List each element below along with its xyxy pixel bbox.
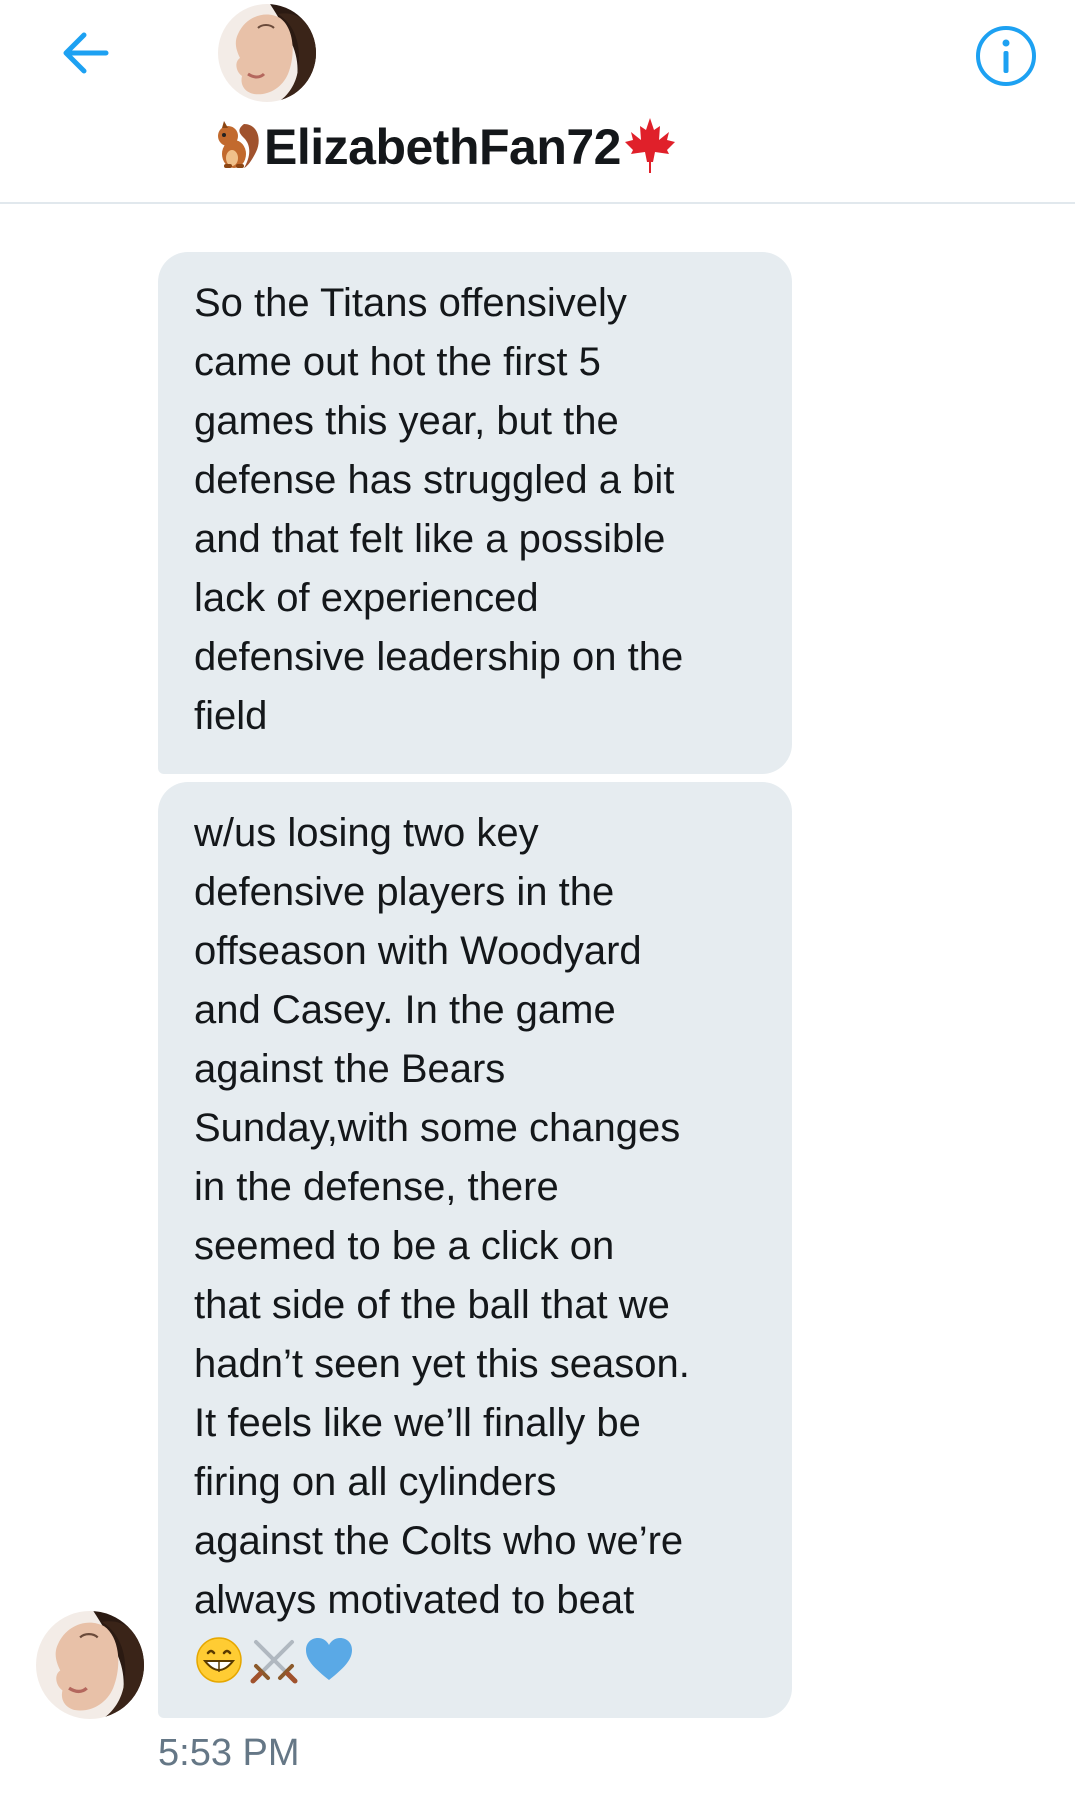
- grinning-face-icon: [194, 1635, 244, 1702]
- message-text-line: Sunday,with some changes: [194, 1106, 681, 1150]
- message-text-line: came out hot the first 5: [194, 340, 601, 384]
- message-text-line: offseason with Woodyard: [194, 929, 642, 973]
- message-text-line: defensive leadership on the: [194, 635, 684, 679]
- message-timestamp: 5:53 PM: [158, 1732, 300, 1774]
- sender-avatar[interactable]: [36, 1611, 144, 1719]
- crossed-swords-icon: [248, 1634, 300, 1703]
- back-arrow-icon: [63, 32, 109, 74]
- message-text-line: defense has struggled a bit: [194, 458, 675, 502]
- conversation-header: ElizabethFan72: [0, 0, 1075, 204]
- maple-leaf-icon: [623, 116, 677, 179]
- blue-heart-icon: [304, 1636, 354, 1701]
- back-button[interactable]: [50, 22, 120, 84]
- message-text-line: and Casey. In the game: [194, 988, 616, 1032]
- message-text-line: and that felt like a possible: [194, 517, 666, 561]
- message-text-line: So the Titans offensively: [194, 281, 627, 325]
- message-text-line: in the defense, there: [194, 1165, 559, 1209]
- contact-name: ElizabethFan72: [264, 119, 622, 175]
- message-text-line: It feels like we’ll finally be: [194, 1401, 641, 1445]
- message-text-line: field: [194, 694, 268, 738]
- message-text-line: firing on all cylinders: [194, 1460, 557, 1504]
- contact-avatar[interactable]: [218, 4, 316, 102]
- message-text-line: always motivated to beat: [194, 1578, 635, 1622]
- info-icon: [976, 26, 1036, 86]
- message-bubble[interactable]: So the Titans offensively came out hot t…: [158, 252, 792, 774]
- message-text-line: defensive players in the: [194, 870, 615, 914]
- message-text-line: against the Colts who we’re: [194, 1519, 684, 1563]
- message-text-line: games this year, but the: [194, 399, 619, 443]
- message-text-line: w/us losing two key: [194, 811, 539, 855]
- info-button[interactable]: [972, 22, 1040, 90]
- dm-conversation-screen: ElizabethFan72 So the Titans offensively…: [0, 0, 1075, 1804]
- message-text-line: lack of experienced: [194, 576, 539, 620]
- message-text-line: that side of the ball that we: [194, 1283, 670, 1327]
- message-bubble[interactable]: w/us losing two key defensive players in…: [158, 782, 792, 1718]
- squirrel-icon: [214, 118, 262, 177]
- message-text-line: hadn’t seen yet this season.: [194, 1342, 690, 1386]
- message-text-line: against the Bears: [194, 1047, 506, 1091]
- emoji-row: [194, 1634, 756, 1703]
- message-text-line: seemed to be a click on: [194, 1224, 615, 1268]
- contact-name-row[interactable]: ElizabethFan72: [214, 112, 677, 182]
